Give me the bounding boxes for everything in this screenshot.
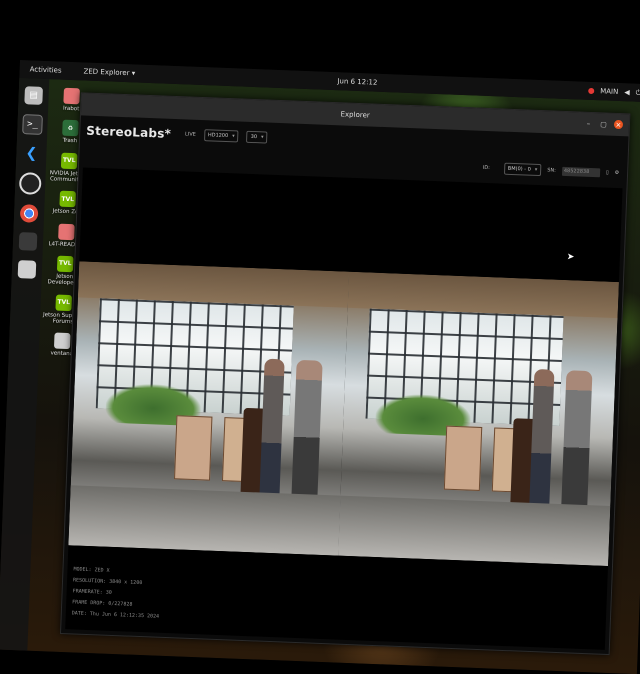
- person: [291, 359, 324, 501]
- desktop-icon-label: Trash: [62, 138, 78, 145]
- mouse-cursor-icon: ➤: [566, 252, 575, 263]
- info-date: DATE: Thu Jun 6 12:12:35 2024: [71, 610, 160, 620]
- person: [529, 368, 555, 510]
- terminal-icon[interactable]: >_: [22, 114, 43, 135]
- trash-icon: ♻: [62, 119, 79, 137]
- video-viewport[interactable]: MODEL: ZED X RESOLUTION: 3840 x 1200 FRA…: [65, 167, 623, 650]
- right-camera-image: [338, 271, 619, 566]
- poster-board: [443, 425, 482, 491]
- desktop-icon-label: Irabot: [62, 105, 80, 113]
- window-controls: – ▢ ×: [584, 119, 624, 130]
- person: [561, 370, 593, 512]
- copy-icon[interactable]: ▯: [606, 170, 609, 176]
- nvidia-icon: TVL: [59, 190, 76, 208]
- chevron-down-icon: ▾: [232, 133, 235, 140]
- files-icon[interactable]: ▤: [24, 86, 43, 105]
- obs-icon[interactable]: [18, 172, 42, 195]
- view-select[interactable]: BM(0) - 0 ▾: [503, 162, 542, 177]
- nvidia-icon: TVL: [55, 294, 73, 311]
- minimize-icon[interactable]: –: [584, 119, 593, 128]
- resolution-select[interactable]: HD1200 ▾: [203, 129, 239, 143]
- app-icon: [53, 332, 71, 350]
- nvidia-icon: TVL: [60, 152, 78, 169]
- folder-icon: [58, 223, 75, 240]
- clock[interactable]: Jun 6 12:12: [337, 77, 377, 87]
- maximize-icon[interactable]: ▢: [599, 119, 608, 128]
- serial-label: SN:: [547, 167, 557, 174]
- settings-icon[interactable]: ⚙: [615, 170, 620, 176]
- fps-select-value: 30: [250, 133, 258, 141]
- poster-board: [173, 415, 213, 481]
- person: [259, 358, 285, 500]
- tray-label: MAIN: [599, 87, 619, 96]
- chrome-icon[interactable]: [19, 204, 39, 223]
- vscode-icon[interactable]: ❮: [22, 144, 41, 163]
- chevron-down-icon: ▾: [260, 134, 264, 141]
- power-icon: ⏻: [635, 88, 640, 97]
- app-menu[interactable]: ZED Explorer ▾: [83, 67, 135, 77]
- app-icon: [63, 87, 80, 105]
- disk-icon[interactable]: [17, 260, 37, 279]
- volume-icon: ◀: [624, 88, 630, 97]
- blank-app-icon[interactable]: [18, 232, 38, 251]
- activities-button[interactable]: Activities: [29, 65, 61, 74]
- record-indicator-icon: [588, 87, 595, 95]
- fps-select[interactable]: 30 ▾: [246, 130, 268, 144]
- brand-logo: StereoLabs*: [86, 123, 172, 141]
- left-camera-image: [68, 261, 350, 556]
- floor: [338, 495, 611, 566]
- nvidia-icon: TVL: [56, 255, 74, 273]
- resolution-select-value: HD1200: [207, 132, 229, 140]
- close-icon[interactable]: ×: [613, 119, 624, 130]
- system-tray[interactable]: MAIN ◀ ⏻: [588, 86, 640, 97]
- stereo-feed: [68, 261, 619, 566]
- desktop-screen: Activities ZED Explorer ▾ Jun 6 12:12 MA…: [0, 60, 640, 674]
- window-title: Explorer: [340, 110, 370, 120]
- view-select-value: BM(0) - 0: [507, 165, 531, 173]
- camera-info-panel: MODEL: ZED X RESOLUTION: 3840 x 1200 FRA…: [72, 564, 161, 622]
- chevron-down-icon: ▾: [534, 166, 538, 173]
- view-label: ID:: [482, 164, 490, 172]
- explorer-window: Explorer – ▢ × StereoLabs* LIVE HD1200 ▾…: [59, 92, 631, 656]
- floor: [68, 485, 341, 556]
- live-label: LIVE: [184, 131, 196, 138]
- serial-field[interactable]: 48522838: [561, 166, 601, 177]
